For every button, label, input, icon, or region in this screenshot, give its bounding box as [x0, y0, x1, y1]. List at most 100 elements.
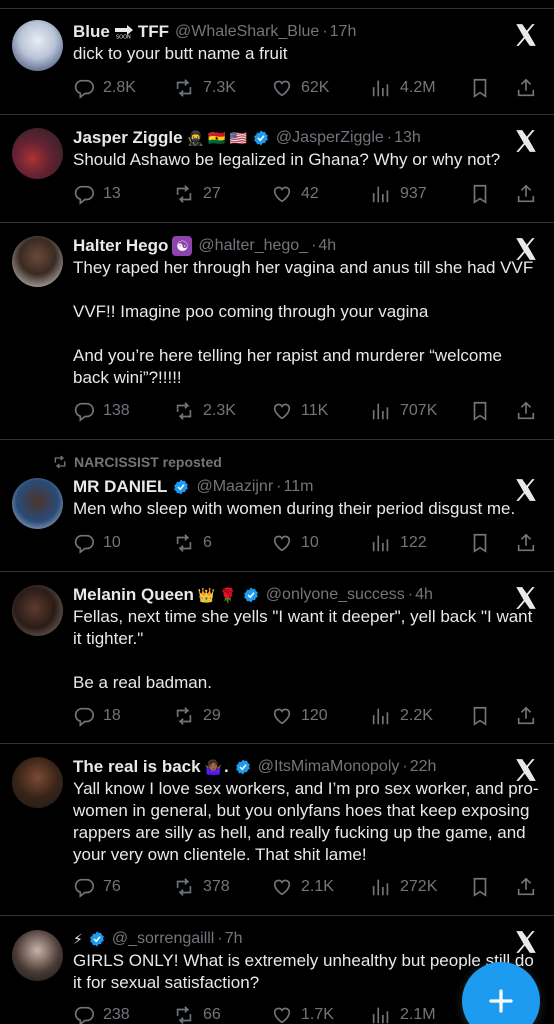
- bookmark-button[interactable]: [469, 181, 491, 207]
- bookmark-button[interactable]: [469, 530, 491, 556]
- display-name[interactable]: Jasper Ziggle: [73, 128, 183, 148]
- repost-button[interactable]: 7.3K: [173, 75, 236, 101]
- share-icon: [517, 533, 535, 552]
- handle[interactable]: @_sorrengailll: [112, 930, 215, 948]
- x-logo-icon[interactable]: [512, 22, 540, 48]
- ninja-emoji-icon: 🥷: [186, 129, 205, 146]
- reply-button[interactable]: 10: [73, 530, 121, 556]
- tweet[interactable]: NARCISSIST reposted MR DANIEL @Maazijnr …: [0, 440, 554, 572]
- views-button[interactable]: 122: [370, 530, 427, 556]
- share-button[interactable]: [515, 703, 537, 729]
- like-button[interactable]: 2.1K: [271, 874, 334, 900]
- like-button[interactable]: 10: [271, 530, 319, 556]
- avatar[interactable]: [12, 757, 63, 808]
- repost-context-label: NARCISSIST reposted: [74, 454, 222, 470]
- repost-button[interactable]: 29: [173, 703, 221, 729]
- reply-button[interactable]: 2.8K: [73, 75, 136, 101]
- display-name[interactable]: Melanin Queen: [73, 585, 194, 605]
- reply-icon: [74, 402, 94, 422]
- timestamp[interactable]: 13h: [394, 129, 421, 147]
- share-button[interactable]: [515, 181, 537, 207]
- avatar[interactable]: [12, 478, 63, 529]
- bookmark-icon: [473, 401, 487, 421]
- x-logo-icon[interactable]: [512, 128, 540, 154]
- reply-count: 10: [103, 534, 121, 551]
- display-name[interactable]: Blue: [73, 22, 110, 42]
- tweet[interactable]: Jasper Ziggle 🥷 🇬🇭 🇺🇸 @JasperZiggle · 13…: [0, 115, 554, 223]
- share-button[interactable]: [515, 874, 537, 900]
- x-logo-icon[interactable]: [512, 757, 540, 783]
- avatar[interactable]: [12, 20, 63, 71]
- views-button[interactable]: 2.1M: [370, 1002, 436, 1024]
- share-button[interactable]: [515, 75, 537, 101]
- x-logo-icon[interactable]: [512, 477, 540, 503]
- views-button[interactable]: 707K: [370, 398, 437, 424]
- avatar[interactable]: [12, 128, 63, 179]
- svg-text:SOON: SOON: [116, 34, 131, 39]
- reply-button[interactable]: 238: [73, 1002, 130, 1024]
- crown-emoji-icon: 👑: [197, 586, 216, 603]
- like-count: 2.1K: [301, 878, 334, 895]
- bookmark-button[interactable]: [469, 703, 491, 729]
- tweet[interactable]: Halter Hego ☯ @halter_hego_ · 4h They ra…: [0, 223, 554, 440]
- like-button[interactable]: 120: [271, 703, 328, 729]
- share-button[interactable]: [515, 530, 537, 556]
- timestamp[interactable]: 11m: [283, 478, 313, 496]
- like-button[interactable]: 11K: [271, 398, 328, 424]
- repost-button[interactable]: 2.3K: [173, 398, 236, 424]
- avatar[interactable]: [12, 236, 63, 287]
- views-button[interactable]: 937: [370, 181, 427, 207]
- view-count: 4.2M: [400, 79, 436, 96]
- like-button[interactable]: 1.7K: [271, 1002, 334, 1024]
- tweet[interactable]: The real is back 🤷🏾‍♀️ . @ItsMimaMonopol…: [0, 744, 554, 916]
- timestamp[interactable]: 4h: [318, 237, 336, 255]
- repost-button[interactable]: 27: [173, 181, 221, 207]
- x-logo-icon[interactable]: [512, 585, 540, 611]
- display-name[interactable]: MR DANIEL: [73, 477, 167, 497]
- views-icon: [372, 708, 389, 725]
- handle[interactable]: @onlyone_success: [266, 586, 405, 604]
- timestamp[interactable]: 7h: [225, 930, 243, 948]
- x-logo-icon[interactable]: [512, 236, 540, 262]
- bookmark-button[interactable]: [469, 398, 491, 424]
- views-button[interactable]: 2.2K: [370, 703, 433, 729]
- x-logo-icon[interactable]: [512, 929, 540, 955]
- share-button[interactable]: [515, 398, 537, 424]
- tweet[interactable]: Melanin Queen 👑 🌹 @onlyone_success · 4h …: [0, 572, 554, 744]
- views-button[interactable]: 272K: [370, 874, 437, 900]
- repost-context[interactable]: NARCISSIST reposted: [52, 453, 222, 471]
- display-name-suffix[interactable]: .: [224, 757, 229, 777]
- repost-button[interactable]: 6: [173, 530, 212, 556]
- handle[interactable]: @halter_hego_: [198, 237, 308, 255]
- reply-button[interactable]: 18: [73, 703, 121, 729]
- reply-button[interactable]: 13: [73, 181, 121, 207]
- bookmark-button[interactable]: [469, 75, 491, 101]
- like-button[interactable]: 62K: [271, 75, 329, 101]
- display-name[interactable]: The real is back: [73, 757, 201, 777]
- timestamp[interactable]: 4h: [415, 586, 433, 604]
- repost-button[interactable]: 378: [173, 874, 230, 900]
- reply-button[interactable]: 138: [73, 398, 130, 424]
- handle[interactable]: @ItsMimaMonopoly: [258, 758, 400, 776]
- handle[interactable]: @WhaleShark_Blue: [175, 23, 319, 41]
- repost-button[interactable]: 66: [173, 1002, 221, 1024]
- display-name[interactable]: ⚡: [73, 931, 83, 948]
- tweet[interactable]: Blue SOON TFF @WhaleShark_Blue · 17h dic…: [0, 9, 554, 115]
- avatar[interactable]: [12, 585, 63, 636]
- like-button[interactable]: 42: [271, 181, 319, 207]
- verified-badge-icon: [254, 130, 268, 146]
- timestamp[interactable]: 17h: [330, 23, 357, 41]
- bookmark-button[interactable]: [469, 874, 491, 900]
- reply-button[interactable]: 76: [73, 874, 121, 900]
- display-name-suffix[interactable]: TFF: [138, 22, 169, 42]
- views-button[interactable]: 4.2M: [370, 75, 436, 101]
- tweet-header: The real is back 🤷🏾‍♀️ . @ItsMimaMonopol…: [73, 756, 542, 778]
- verified-badge-icon: [235, 759, 250, 775]
- handle[interactable]: @Maazijnr: [196, 478, 273, 496]
- rose-emoji-icon: 🌹: [219, 586, 237, 603]
- heart-icon: [273, 708, 291, 725]
- display-name[interactable]: Halter Hego: [73, 236, 168, 256]
- timestamp[interactable]: 22h: [410, 758, 437, 776]
- handle[interactable]: @JasperZiggle: [276, 129, 384, 147]
- avatar[interactable]: [12, 930, 63, 981]
